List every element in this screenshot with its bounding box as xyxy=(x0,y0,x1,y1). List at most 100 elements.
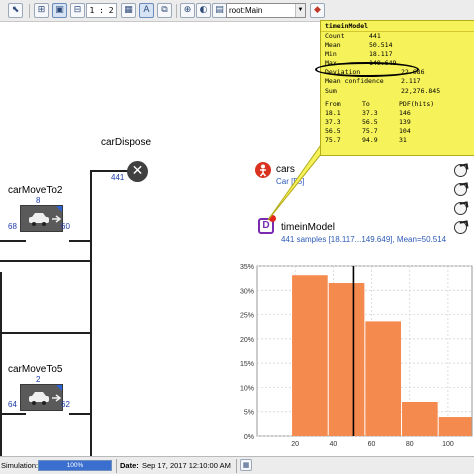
carmoveto5-top-count: 2 xyxy=(36,375,41,384)
connector-loop xyxy=(0,260,92,262)
timeinmodel-summary: 441 samples [18.117...149.649], Mean=50.… xyxy=(281,235,447,244)
layers-icon[interactable]: ⧉ xyxy=(157,3,172,18)
tooltip-stat-key: Sum xyxy=(325,86,337,95)
event-icon[interactable] xyxy=(454,183,467,196)
y-tick-label: 15% xyxy=(240,361,254,368)
y-tick-label: 10% xyxy=(240,385,254,392)
carmoveto5-block[interactable] xyxy=(20,384,63,411)
carmoveto2-out-count: 60 xyxy=(61,222,70,231)
event-icon[interactable] xyxy=(454,164,467,177)
carmoveto5-out-count: 62 xyxy=(61,400,70,409)
x-tick-label: 60 xyxy=(368,441,376,448)
x-tick-label: 100 xyxy=(442,441,454,448)
cardispose-label: carDispose xyxy=(101,137,152,148)
tooltip-stat-value: 441 xyxy=(369,32,381,40)
tooltip-stat-value: 18.117 xyxy=(369,50,393,59)
date-value: Sep 17, 2017 12:10:00 AM xyxy=(142,461,231,470)
status-separator xyxy=(116,459,117,473)
timeinmodel-label: timeinModel xyxy=(281,222,335,233)
date-label: Date: xyxy=(120,461,139,470)
tooltip-table-cell: 31 xyxy=(399,136,407,145)
connector-mid xyxy=(0,332,92,334)
port-corner xyxy=(56,385,62,391)
carmoveto2-in-count: 68 xyxy=(8,222,17,231)
tooltip-table-row: 37.3 56.5 139 xyxy=(325,118,474,127)
tooltip-stat-value: 2.117 xyxy=(401,77,421,86)
connector-carmove5-out xyxy=(69,413,92,415)
histogram-bar xyxy=(328,283,365,436)
tooltip-table-cell: PDF(hits) xyxy=(399,99,435,108)
connector-carmove2-out xyxy=(69,240,92,242)
tooltip-table-cell: 56.5 xyxy=(362,117,378,126)
navigate-icon[interactable]: ⊕ xyxy=(180,3,195,18)
settings-icon[interactable]: ◐ xyxy=(196,3,211,18)
connector-left-vertical xyxy=(0,272,2,456)
histogram-chart: 0% 5% 10% 15% 20% 25% 30% 35% 20 40 60 80 100 xyxy=(232,256,474,456)
port-corner xyxy=(56,206,62,212)
histogram-svg: 0% 5% 10% 15% 20% 25% 30% 35% 20 40 60 80 100 xyxy=(240,264,473,448)
tooltip-stat-row: Mean 50.514 xyxy=(325,41,474,50)
status-separator xyxy=(236,459,237,473)
tooltip-pointer xyxy=(267,141,327,221)
pointer-icon[interactable]: ⬉ xyxy=(8,3,23,18)
car-icon xyxy=(29,213,49,226)
tooltip-table-cell: 146 xyxy=(399,108,411,117)
carmoveto2-block[interactable] xyxy=(20,205,63,232)
tooltip-table-cell: 139 xyxy=(399,117,411,126)
tooltip-table-cell: 37.3 xyxy=(325,117,341,126)
view-icon[interactable]: ▤ xyxy=(212,3,227,18)
mean-highlight-oval xyxy=(315,62,419,77)
tooltip-table-header: From To PDF(hits) xyxy=(325,100,474,109)
agent-icon[interactable]: ▦ xyxy=(121,3,136,18)
histogram-bar xyxy=(438,417,472,436)
connector-to-dispose xyxy=(90,170,130,172)
tooltip-table-cell: 56.5 xyxy=(325,126,341,135)
scale-display[interactable]: 1 : 2 xyxy=(86,3,117,18)
toolbar: ⬉ ⊞ ▣ ⊟ 1 : 2 ▦ A ⧉ ⊕ ◐ ▤ root:Main ▼ ◆ xyxy=(0,0,474,22)
connector-carmove5-in xyxy=(0,413,26,415)
tooltip-table-cell: From xyxy=(325,99,341,108)
tooltip-table-cell: To xyxy=(362,99,370,108)
histogram-bar xyxy=(402,402,438,436)
run-icon[interactable]: ◆ xyxy=(310,3,325,18)
stats-tooltip: timeinModel Count 441 Mean 50.514 Min 18.117 M… xyxy=(315,20,474,156)
car-icon xyxy=(29,392,49,405)
tooltip-stat-value: 22,276.845 xyxy=(401,86,441,95)
agent-selector[interactable]: root:Main ▼ xyxy=(226,3,306,18)
chevron-down-icon[interactable]: ▼ xyxy=(295,4,305,17)
tooltip-stat-value: 50.514 xyxy=(369,41,393,50)
carmoveto2-label: carMoveTo2 xyxy=(8,185,63,196)
dispose-icon[interactable]: ✕ xyxy=(127,161,148,182)
simulation-label: Simulation: xyxy=(1,461,39,470)
tooltip-table-row: 75.7 94.9 31 xyxy=(325,136,474,145)
tooltip-table-cell: 75.7 xyxy=(325,136,341,145)
grid-icon[interactable]: ⊟ xyxy=(70,3,85,18)
tooltip-table-cell: 104 xyxy=(399,126,411,135)
tooltip-stat-key: Count xyxy=(325,32,345,40)
tooltip-table-cell: 18.1 xyxy=(325,108,341,117)
tooltip-stat-key: Mean confidence xyxy=(325,77,384,86)
tooltip-stat-row: Min 18.117 xyxy=(325,50,474,59)
carmoveto5-label: carMoveTo5 xyxy=(8,364,63,375)
event-icon[interactable] xyxy=(454,202,467,215)
tooltip-stat-row: Sum 22,276.845 xyxy=(325,87,474,96)
agent-selector-value: root:Main xyxy=(229,6,263,15)
calendar-icon[interactable]: ▦ xyxy=(240,459,252,471)
zoom-out-icon[interactable]: ▣ xyxy=(52,3,67,18)
zoom-in-icon[interactable]: ⊞ xyxy=(34,3,49,18)
tooltip-stat-key: Mean xyxy=(325,41,341,50)
tooltip-table-cell: 75.7 xyxy=(362,126,378,135)
histogram-bar xyxy=(365,321,402,436)
tooltip-stat-key: Min xyxy=(325,50,337,59)
y-tick-label: 25% xyxy=(240,313,254,320)
tooltip-table-cell: 37.3 xyxy=(362,108,378,117)
status-bar: Simulation: 100% Date: Sep 17, 2017 12:1… xyxy=(0,456,474,474)
tooltip-table-row: 56.5 75.7 104 xyxy=(325,127,474,136)
carmoveto2-top-count: 8 xyxy=(36,196,41,205)
font-icon[interactable]: A xyxy=(139,3,154,18)
event-icon[interactable] xyxy=(454,221,467,234)
y-tick-label: 30% xyxy=(240,288,254,295)
plot-frame xyxy=(256,265,473,437)
x-tick-label: 80 xyxy=(406,441,414,448)
y-tick-label: 0% xyxy=(244,434,254,441)
